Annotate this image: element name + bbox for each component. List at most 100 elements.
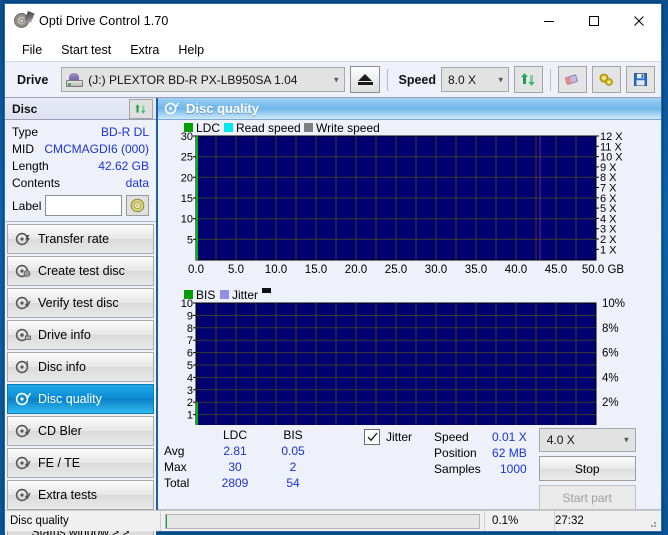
sidebar-item-extra-tests[interactable]: Extra tests bbox=[7, 480, 154, 510]
close-button[interactable] bbox=[616, 4, 661, 38]
info-samples-value: 1000 bbox=[500, 462, 527, 476]
sidebar-item-label: CD Bler bbox=[38, 424, 82, 438]
disc-refresh-button[interactable] bbox=[129, 98, 153, 119]
refresh-button[interactable] bbox=[514, 66, 543, 93]
svg-text:5: 5 bbox=[187, 234, 193, 246]
svg-text:Write speed: Write speed bbox=[316, 121, 380, 135]
stats-header-ldc: LDC bbox=[222, 428, 247, 442]
disc-label-input[interactable] bbox=[45, 195, 122, 216]
toolbar: Drive (J:) PLEXTOR BD-R PX-LB950SA 1.04 … bbox=[5, 61, 661, 98]
disc-bler-icon bbox=[15, 424, 31, 438]
sidebar-item-label: Create test disc bbox=[38, 264, 125, 278]
menu-help[interactable]: Help bbox=[169, 41, 213, 59]
app-window: Opti Drive Control 1.70 File Start test … bbox=[4, 3, 662, 535]
run-info-table: Speed 0.01 X Position 62 MB Samples 1000 bbox=[434, 429, 527, 477]
sidebar-item-verify-test-disc[interactable]: Verify test disc bbox=[7, 288, 154, 318]
svg-text:25.0: 25.0 bbox=[385, 264, 407, 276]
svg-text:1: 1 bbox=[187, 410, 193, 422]
sidebar-item-fe-te[interactable]: FE / TE bbox=[7, 448, 154, 478]
save-button[interactable] bbox=[626, 66, 655, 93]
stats-table: LDC BIS Avg 2.81 0.05 Max 30 2 Total 280… bbox=[164, 427, 322, 491]
sidebar-item-disc-quality[interactable]: Disc quality bbox=[7, 384, 154, 414]
sidebar-item-disc-info[interactable]: Disc info bbox=[7, 352, 154, 382]
progress-bar bbox=[161, 511, 485, 531]
disc-contents-key: Contents bbox=[12, 176, 61, 190]
right-panel: Disc quality LDC Read speed Write speed … bbox=[158, 98, 661, 510]
erase-disc-button[interactable] bbox=[558, 66, 587, 93]
menu-file[interactable]: File bbox=[13, 41, 51, 59]
disc-contents-value: data bbox=[125, 176, 149, 190]
progress-percent-label: 0.1% bbox=[485, 511, 555, 531]
jitter-checkbox-row[interactable]: Jitter bbox=[364, 429, 412, 445]
table-row: Avg 2.81 0.05 bbox=[164, 443, 322, 459]
disc-quality-icon bbox=[164, 102, 180, 115]
disc-transfer-icon bbox=[15, 232, 31, 246]
info-position-value: 62 MB bbox=[492, 446, 527, 460]
speed-label: Speed bbox=[398, 72, 436, 87]
disc-icon bbox=[130, 198, 145, 213]
toolbar-separator bbox=[387, 68, 389, 91]
menu-extra[interactable]: Extra bbox=[121, 41, 168, 59]
stats-row-label-max: Max bbox=[164, 460, 187, 474]
speed-select[interactable]: 8.0 X ▾ bbox=[441, 67, 509, 92]
drive-label: Drive bbox=[17, 72, 49, 87]
stop-button[interactable]: Stop bbox=[538, 456, 636, 481]
jitter-label: Jitter bbox=[386, 430, 413, 444]
disc-info-row: Type BD-R DL bbox=[12, 124, 149, 141]
sidebar-item-transfer-rate[interactable]: Transfer rate bbox=[7, 224, 154, 254]
read-disc-label-button[interactable] bbox=[126, 195, 149, 216]
disc-label-row: Label bbox=[12, 195, 149, 216]
maximize-button[interactable] bbox=[571, 4, 616, 38]
resize-grip[interactable] bbox=[647, 518, 657, 528]
svg-text:0.0: 0.0 bbox=[188, 264, 204, 276]
svg-text:2%: 2% bbox=[602, 397, 619, 409]
checkmark-icon bbox=[367, 432, 378, 442]
title-bar: Opti Drive Control 1.70 bbox=[5, 4, 661, 38]
stats-max-bis: 2 bbox=[289, 460, 297, 474]
svg-text:BIS: BIS bbox=[196, 288, 215, 302]
refresh-arrows-icon bbox=[521, 73, 535, 86]
svg-text:Jitter: Jitter bbox=[232, 288, 258, 302]
main-body: Disc Type BD-R DL MID CMCMAGDI6 (000) Le… bbox=[5, 98, 661, 535]
window-controls bbox=[526, 4, 661, 38]
drive-select[interactable]: (J:) PLEXTOR BD-R PX-LB950SA 1.04 ▾ bbox=[61, 67, 346, 92]
disc-fete-icon bbox=[15, 456, 31, 470]
disc-panel-header: Disc bbox=[5, 98, 156, 120]
svg-text:30: 30 bbox=[181, 131, 193, 143]
svg-text:4: 4 bbox=[187, 372, 193, 384]
stats-total-bis: 54 bbox=[286, 476, 300, 490]
menu-start-test[interactable]: Start test bbox=[52, 41, 120, 59]
speed-select-value: 8.0 X bbox=[448, 72, 477, 87]
svg-text:3: 3 bbox=[187, 385, 193, 397]
sidebar-item-create-test-disc[interactable]: Create test disc bbox=[7, 256, 154, 286]
test-speed-select[interactable]: 4.0 X ▾ bbox=[538, 428, 636, 452]
sidebar-item-cd-bler[interactable]: CD Bler bbox=[7, 416, 154, 446]
sidebar-item-drive-info[interactable]: Drive info bbox=[7, 320, 154, 350]
erase-disc-icon bbox=[564, 74, 578, 85]
minimize-button[interactable] bbox=[526, 4, 571, 38]
info-speed-key: Speed bbox=[434, 430, 469, 444]
top-chart[interactable]: LDC Read speed Write speed 30 25 20 15 1… bbox=[162, 120, 659, 287]
chevron-down-icon: ▾ bbox=[498, 74, 503, 84]
table-row: Speed 0.01 X bbox=[434, 429, 527, 445]
stats-avg-bis: 0.05 bbox=[281, 444, 305, 458]
eject-button[interactable] bbox=[350, 66, 381, 93]
settings-button[interactable] bbox=[592, 66, 621, 93]
nav-list: Transfer rate Create test disc Verify te… bbox=[5, 222, 156, 535]
svg-text:20: 20 bbox=[181, 172, 193, 184]
svg-text:9: 9 bbox=[187, 310, 193, 322]
stats-row-label-avg: Avg bbox=[164, 444, 185, 458]
app-icon bbox=[14, 11, 35, 30]
svg-text:4%: 4% bbox=[602, 372, 619, 384]
status-bar: Disc quality 0.1% 27:32 bbox=[5, 510, 661, 531]
jitter-checkbox[interactable] bbox=[364, 429, 380, 445]
sidebar-item-label: Transfer rate bbox=[38, 232, 110, 246]
info-position-key: Position bbox=[434, 446, 477, 460]
disc-info-row: Contents data bbox=[12, 175, 149, 192]
sidebar-item-label: Disc quality bbox=[38, 392, 102, 406]
svg-text:2: 2 bbox=[187, 397, 193, 409]
svg-text:5.0: 5.0 bbox=[228, 264, 244, 276]
toolbar-separator bbox=[550, 68, 551, 91]
refresh-arrows-icon bbox=[135, 103, 146, 114]
drive-info-icon bbox=[15, 328, 31, 342]
